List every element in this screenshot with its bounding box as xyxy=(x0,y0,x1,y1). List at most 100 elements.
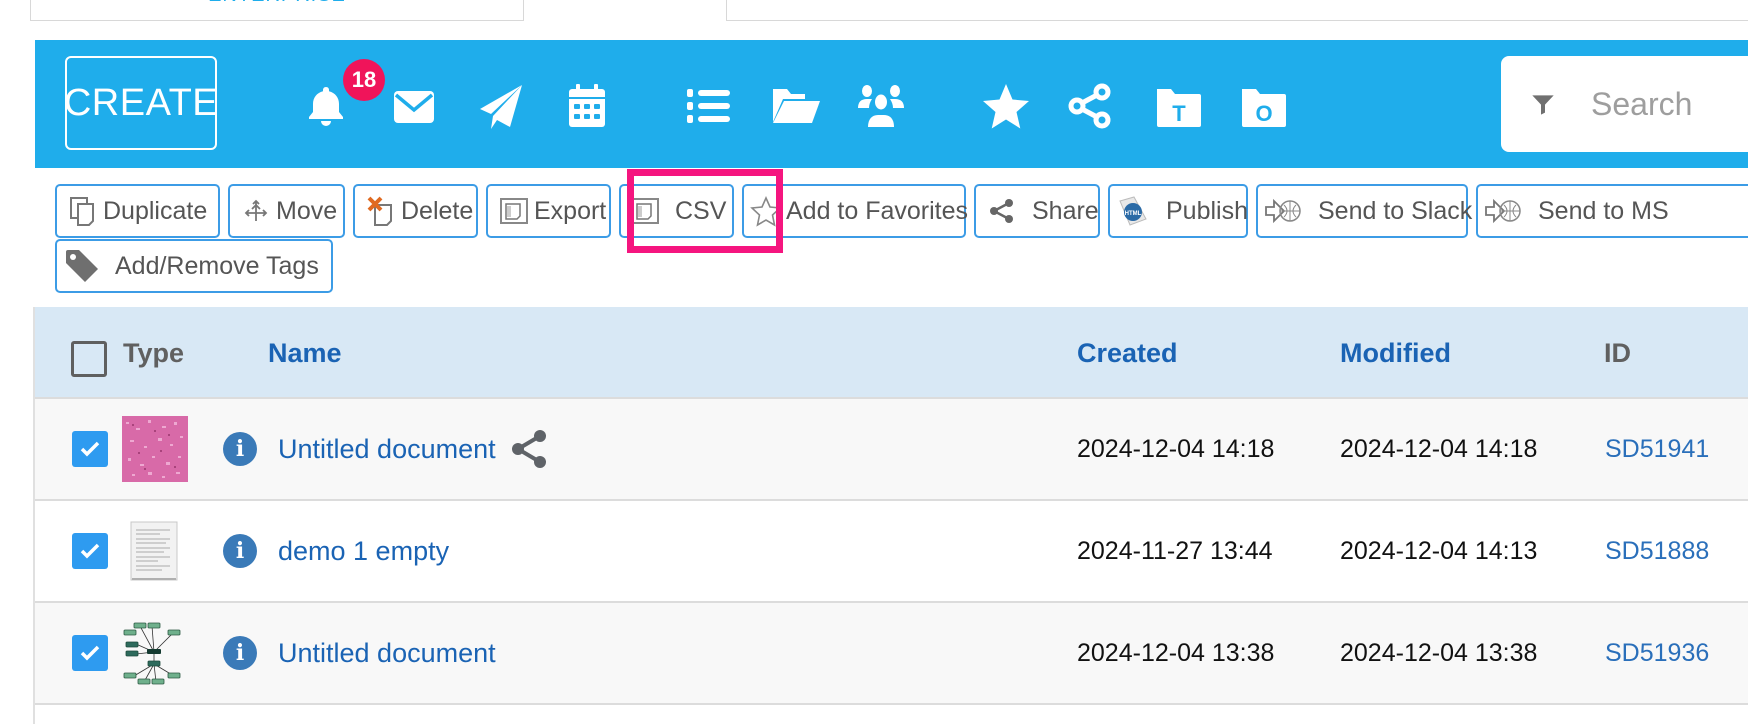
favorites-button[interactable] xyxy=(980,80,1032,132)
other-folder-letter: O xyxy=(1255,101,1272,126)
column-created[interactable]: Created xyxy=(1077,307,1178,399)
table-row: i demo 1 empty 2024-11-27 13:44 2024-12-… xyxy=(35,501,1748,603)
create-button[interactable]: CREATE xyxy=(64,56,218,150)
column-id[interactable]: ID xyxy=(1604,307,1631,399)
template-folder-icon: T xyxy=(1157,89,1201,127)
filter-icon[interactable] xyxy=(1531,86,1555,122)
document-page-thumbnail[interactable] xyxy=(122,518,188,584)
table-row: i Untitled document 2024-12-04 13:38 202… xyxy=(35,603,1748,705)
select-all-checkbox[interactable] xyxy=(71,341,107,377)
tab-enterprise[interactable]: ENTERPRISE xyxy=(30,0,524,21)
export-button[interactable]: Export xyxy=(486,184,611,238)
share-nodes-icon xyxy=(1068,83,1111,129)
document-name: Untitled document xyxy=(278,433,496,464)
search-box xyxy=(1501,56,1748,152)
shared-button[interactable] xyxy=(1065,80,1117,132)
document-name-link[interactable]: Untitled document xyxy=(278,603,496,703)
tab-other[interactable] xyxy=(726,0,1748,21)
column-type[interactable]: Type xyxy=(123,307,184,399)
check-icon xyxy=(80,441,100,457)
column-modified[interactable]: Modified xyxy=(1340,307,1451,399)
tag-icon xyxy=(63,247,101,285)
table-header: Type Name Created Modified ID xyxy=(35,307,1748,399)
document-name-link[interactable]: Untitled document xyxy=(278,399,550,499)
document-id[interactable]: SD51941 xyxy=(1605,399,1709,499)
row-checkbox[interactable] xyxy=(72,635,108,671)
messages-button[interactable] xyxy=(388,80,440,132)
star-icon xyxy=(983,84,1029,129)
other-button[interactable]: O xyxy=(1238,80,1290,132)
send-to-slack-button[interactable]: Send to Slack xyxy=(1256,184,1472,238)
send-button[interactable] xyxy=(475,80,527,132)
csv-icon xyxy=(629,195,661,227)
svg-text:HTML: HTML xyxy=(1125,211,1142,217)
tab-enterprise-label: ENTERPRISE xyxy=(208,0,346,6)
move-label: Move xyxy=(276,196,338,225)
folder-open-icon xyxy=(773,89,820,123)
bell-icon xyxy=(309,87,343,126)
folders-button[interactable] xyxy=(770,80,822,132)
share-label: Share xyxy=(1032,196,1099,225)
csv-button[interactable]: CSV xyxy=(619,184,734,238)
template-folder-letter: T xyxy=(1172,101,1186,126)
info-icon[interactable]: i xyxy=(223,432,257,466)
html-publish-icon: HTML xyxy=(1116,195,1148,227)
row-checkbox[interactable] xyxy=(72,431,108,467)
pink-tissue-thumbnail[interactable] xyxy=(122,416,188,482)
export-label: Export xyxy=(534,196,607,225)
document-id[interactable]: SD51888 xyxy=(1605,501,1709,601)
duplicate-label: Duplicate xyxy=(103,196,208,225)
table-row: i Untitled document 2024-12-04 14:18 202… xyxy=(35,399,1748,501)
top-tab-strip: ENTERPRISE xyxy=(0,0,1748,22)
delete-icon xyxy=(365,195,397,227)
created-date: 2024-12-04 13:38 xyxy=(1077,638,1275,667)
delete-button[interactable]: Delete xyxy=(353,184,478,238)
move-button[interactable]: Move xyxy=(228,184,345,238)
modified-date: 2024-12-04 14:18 xyxy=(1340,434,1538,463)
share-icon xyxy=(986,195,1018,227)
created-date: 2024-12-04 14:18 xyxy=(1077,434,1275,463)
modified-date: 2024-12-04 13:38 xyxy=(1340,638,1538,667)
shared-icon xyxy=(511,430,546,468)
templates-button[interactable]: T xyxy=(1153,80,1205,132)
add-remove-tags-label: Add/Remove Tags xyxy=(115,251,319,280)
document-name: demo 1 empty xyxy=(278,535,450,566)
publish-label: Publish xyxy=(1166,196,1248,225)
envelope-icon xyxy=(394,91,434,123)
check-icon xyxy=(80,645,100,661)
created-date: 2024-11-27 13:44 xyxy=(1077,536,1273,565)
search-input[interactable] xyxy=(1591,85,1748,123)
paper-plane-icon xyxy=(480,85,522,129)
share-button[interactable]: Share xyxy=(974,184,1100,238)
tree-diagram-thumbnail[interactable] xyxy=(122,620,188,686)
publish-button[interactable]: HTML Publish xyxy=(1108,184,1248,238)
list-button[interactable] xyxy=(683,80,735,132)
document-name: Untitled document xyxy=(278,637,496,668)
send-to-slack-label: Send to Slack xyxy=(1318,196,1473,225)
send-to-ms-button[interactable]: Send to MS xyxy=(1476,184,1748,238)
calendar-button[interactable] xyxy=(561,80,613,132)
info-icon[interactable]: i xyxy=(223,534,257,568)
column-name[interactable]: Name xyxy=(268,307,342,399)
move-icon xyxy=(240,195,272,227)
delete-label: Delete xyxy=(401,196,474,225)
notification-badge: 18 xyxy=(343,59,385,101)
send-globe-icon xyxy=(1264,195,1302,227)
duplicate-icon xyxy=(67,195,99,227)
modified-date: 2024-12-04 14:13 xyxy=(1340,536,1538,565)
document-name-link[interactable]: demo 1 empty xyxy=(278,501,449,601)
add-to-favorites-label: Add to Favorites xyxy=(786,196,969,225)
documents-table: Type Name Created Modified ID i Untitled… xyxy=(35,307,1748,705)
duplicate-button[interactable]: Duplicate xyxy=(55,184,220,238)
page: ENTERPRISE CREATE 18 xyxy=(0,0,1748,724)
add-to-favorites-button[interactable]: Add to Favorites xyxy=(742,184,969,238)
list-icon xyxy=(687,89,730,123)
send-to-ms-label: Send to MS xyxy=(1538,196,1669,225)
info-icon[interactable]: i xyxy=(223,636,257,670)
export-icon xyxy=(498,195,530,227)
groups-button[interactable] xyxy=(855,80,907,132)
document-id[interactable]: SD51936 xyxy=(1605,603,1709,703)
row-checkbox[interactable] xyxy=(72,533,108,569)
check-icon xyxy=(80,543,100,559)
add-remove-tags-button[interactable]: Add/Remove Tags xyxy=(55,239,333,293)
